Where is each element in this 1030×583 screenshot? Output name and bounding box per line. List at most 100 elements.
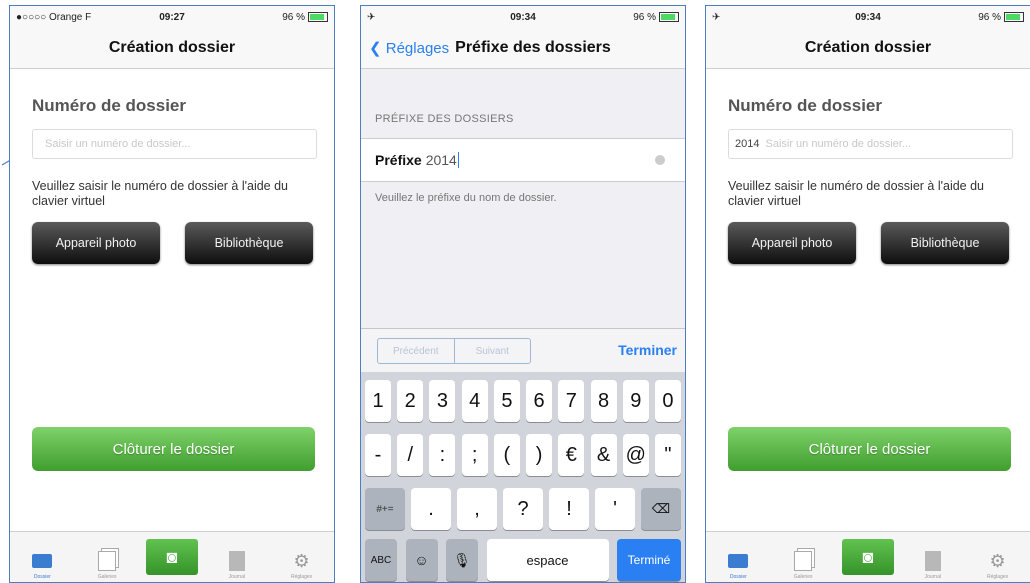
key[interactable]: /: [397, 434, 424, 476]
page-title: Préfixe des dossiers: [455, 39, 611, 56]
status-bar: ✈ 09:34 96 %: [361, 6, 685, 28]
cell-value: 2014: [425, 152, 457, 168]
tab-galeries[interactable]: Galeries: [777, 551, 829, 582]
key-row-punct: #+= . , ? ! ' ⌫: [365, 488, 681, 530]
status-bar: ●○○○○ Orange F 09:27 96 %: [10, 6, 334, 28]
key[interactable]: 6: [526, 380, 553, 422]
key[interactable]: -: [365, 434, 391, 476]
emoji-icon[interactable]: ☺: [405, 539, 438, 581]
pages-icon: [792, 551, 814, 571]
clear-icon[interactable]: [655, 155, 665, 165]
key[interactable]: 4: [461, 380, 488, 422]
tab-bar: Dossier Galeries ◙ Journal ⚙ Réglages: [10, 531, 334, 582]
dossier-number-input[interactable]: Saisir un numéro de dossier...: [32, 129, 317, 159]
tab-bar: Dossier Galeries ◙ Journal ⚙ Réglages: [706, 531, 1030, 582]
status-bar: ✈ 09:34 96 %: [706, 6, 1030, 28]
phone-screen-3: ✈ 09:34 96 % Création dossier Numéro de …: [705, 5, 1030, 583]
back-button[interactable]: ❮ Réglages: [369, 39, 449, 57]
tab-journal[interactable]: Journal: [907, 551, 959, 582]
hint-text: Veuillez saisir le numéro de dossier à l…: [32, 179, 288, 208]
return-key[interactable]: Terminé: [617, 539, 681, 581]
key-row-symbols: - / : ; ( ) € & @ ": [365, 434, 681, 476]
camera-icon: ◙: [145, 539, 198, 575]
previous-button[interactable]: Précédent: [378, 339, 455, 363]
key[interactable]: 8: [590, 380, 617, 422]
library-button[interactable]: Bibliothèque: [881, 222, 1009, 264]
abc-key[interactable]: ABC: [365, 539, 397, 581]
battery-icon: [1004, 12, 1024, 22]
tray-icon: [727, 551, 749, 571]
key[interactable]: !: [549, 488, 589, 530]
key[interactable]: (: [493, 434, 520, 476]
tab-camera[interactable]: ◙: [841, 539, 894, 582]
key[interactable]: 7: [558, 380, 585, 422]
microphone-icon[interactable]: 🎙: [446, 539, 478, 581]
more-symbols-key[interactable]: #+=: [365, 488, 405, 530]
backspace-icon[interactable]: ⌫: [641, 488, 681, 530]
camera-button[interactable]: Appareil photo: [32, 222, 160, 264]
field-label: Numéro de dossier: [728, 96, 882, 115]
key[interactable]: .: [411, 488, 451, 530]
journal-icon: [922, 551, 944, 571]
phone-screen-1: ●○○○○ Orange F 09:27 96 % Création dossi…: [9, 5, 335, 583]
key[interactable]: 5: [493, 380, 520, 422]
key[interactable]: @: [622, 434, 649, 476]
close-dossier-button[interactable]: Clôturer le dossier: [32, 427, 315, 471]
done-button[interactable]: Terminer: [618, 342, 677, 358]
battery-icon: [308, 12, 328, 22]
space-key[interactable]: espace: [486, 539, 609, 581]
tab-journal[interactable]: Journal: [211, 551, 263, 582]
battery-indicator: 96 %: [633, 12, 679, 23]
tab-reglages[interactable]: ⚙ Réglages: [972, 551, 1024, 582]
key[interactable]: ': [595, 488, 635, 530]
field-prefix: 2014: [735, 138, 760, 150]
key-row-bottom: ABC ☺ 🎙 espace Terminé: [365, 539, 681, 581]
next-button[interactable]: Suivant: [455, 339, 531, 363]
prefix-input[interactable]: Préfixe 2014: [361, 138, 685, 182]
key[interactable]: ,: [457, 488, 497, 530]
library-button[interactable]: Bibliothèque: [185, 222, 313, 264]
tab-dossier[interactable]: Dossier: [712, 551, 764, 582]
chevron-left-icon: ❮: [369, 40, 386, 57]
section-footer: Veuillez le préfixe du nom de dossier.: [375, 192, 557, 204]
battery-indicator: 96 %: [282, 12, 328, 23]
key[interactable]: 1: [365, 380, 391, 422]
section-header: PRÉFIXE DES DOSSIERS: [375, 113, 514, 125]
tray-icon: [31, 551, 53, 571]
key[interactable]: 3: [429, 380, 456, 422]
key[interactable]: ?: [503, 488, 543, 530]
close-dossier-button[interactable]: Clôturer le dossier: [728, 427, 1011, 471]
camera-button[interactable]: Appareil photo: [728, 222, 856, 264]
key[interactable]: €: [558, 434, 585, 476]
dossier-number-input[interactable]: 2014 Saisir un numéro de dossier...: [728, 129, 1013, 159]
key[interactable]: ": [654, 434, 681, 476]
prev-next-control: Précédent Suivant: [377, 338, 531, 364]
key[interactable]: &: [590, 434, 617, 476]
key[interactable]: ): [526, 434, 553, 476]
key[interactable]: 9: [622, 380, 649, 422]
tab-reglages[interactable]: ⚙ Réglages: [276, 551, 328, 582]
battery-icon: [659, 12, 679, 22]
airplane-icon: ✈: [367, 11, 376, 23]
carrier-label: ●○○○○ Orange F: [16, 11, 92, 23]
camera-icon: ◙: [841, 539, 894, 575]
tab-camera[interactable]: ◙: [145, 539, 198, 582]
key[interactable]: 2: [397, 380, 424, 422]
key[interactable]: :: [429, 434, 456, 476]
keyboard-accessory-bar: Précédent Suivant Terminer: [361, 328, 685, 373]
tab-galeries[interactable]: Galeries: [81, 551, 133, 582]
text-cursor: [457, 152, 460, 168]
tab-dossier[interactable]: Dossier: [16, 551, 68, 582]
main-content: Numéro de dossier Saisir un numéro de do…: [10, 69, 334, 532]
virtual-keyboard: 1 2 3 4 5 6 7 8 9 0 - / : ; ( ) € & @ " …: [361, 372, 685, 582]
field-placeholder: Saisir un numéro de dossier...: [765, 138, 912, 150]
field-placeholder: Saisir un numéro de dossier...: [45, 138, 191, 150]
key[interactable]: 0: [654, 380, 681, 422]
gear-icon: ⚙: [293, 550, 310, 571]
hint-text: Veuillez saisir le numéro de dossier à l…: [728, 179, 984, 208]
nav-bar: Création dossier: [10, 28, 334, 69]
gear-icon: ⚙: [989, 550, 1006, 571]
key-row-digits: 1 2 3 4 5 6 7 8 9 0: [365, 380, 681, 422]
airplane-icon: ✈: [712, 11, 721, 23]
key[interactable]: ;: [461, 434, 488, 476]
